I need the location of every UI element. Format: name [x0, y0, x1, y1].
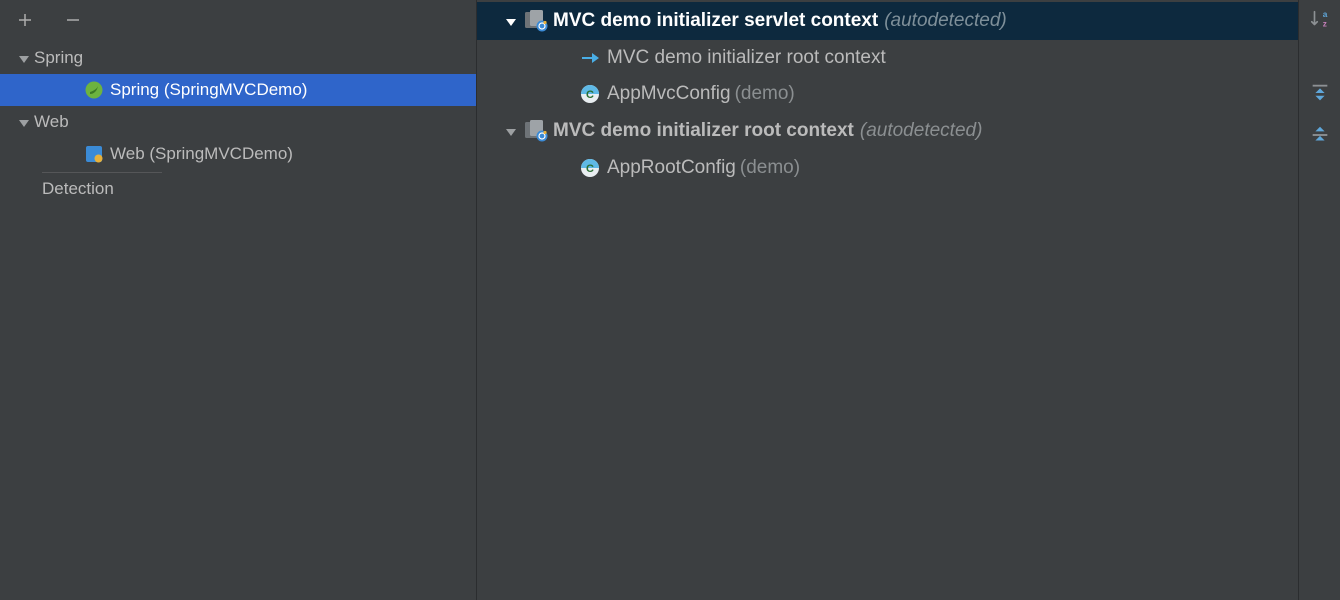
child-label: MVC demo initializer root context — [607, 47, 886, 69]
item-label: Detection — [42, 179, 114, 199]
svg-text:C: C — [586, 89, 594, 101]
group-label: Spring — [34, 48, 83, 68]
context-title: MVC demo initializer root context — [553, 120, 854, 142]
spring-leaf-icon — [82, 78, 106, 102]
tree-group-web[interactable]: Web — [0, 106, 476, 138]
svg-text:C: C — [586, 163, 594, 175]
chevron-down-icon — [14, 48, 34, 68]
chevron-down-icon — [14, 112, 34, 132]
child-note: (demo) — [740, 157, 800, 179]
autodetected-note: (autodetected) — [884, 10, 1007, 32]
item-label: Web (SpringMVCDemo) — [110, 144, 293, 164]
config-class-icon: C — [577, 82, 603, 106]
sort-alpha-button[interactable]: a z — [1305, 4, 1335, 34]
web-facet-icon — [82, 142, 106, 166]
context-tree[interactable]: MVC demo initializer servlet context (au… — [477, 0, 1298, 600]
tree-item-spring-module[interactable]: Spring (SpringMVCDemo) — [0, 74, 476, 106]
context-title: MVC demo initializer servlet context — [553, 10, 878, 32]
config-class-icon: C — [577, 156, 603, 180]
chevron-down-icon — [499, 10, 523, 32]
context-child-config[interactable]: C AppRootConfig (demo) — [477, 150, 1298, 186]
chevron-down-icon — [499, 120, 523, 142]
details-gutter: a z — [1298, 0, 1340, 600]
context-child-config[interactable]: C AppMvcConfig (demo) — [477, 76, 1298, 112]
facets-tree[interactable]: Spring Spring (SpringMVCDemo) Web Web (S… — [0, 40, 476, 600]
child-label: AppMvcConfig — [607, 83, 731, 105]
add-button[interactable] — [10, 5, 40, 35]
child-label: AppRootConfig — [607, 157, 736, 179]
fileset-icon — [523, 9, 549, 33]
facets-sidebar: Spring Spring (SpringMVCDemo) Web Web (S… — [0, 0, 477, 600]
svg-text:z: z — [1322, 19, 1326, 28]
tree-item-detection[interactable]: Detection — [0, 173, 476, 205]
context-node-servlet[interactable]: MVC demo initializer servlet context (au… — [477, 2, 1298, 40]
svg-text:a: a — [1322, 10, 1327, 19]
child-note: (demo) — [735, 83, 795, 105]
autodetected-note: (autodetected) — [860, 120, 983, 142]
collapse-all-button[interactable] — [1305, 120, 1335, 150]
tree-group-spring[interactable]: Spring — [0, 42, 476, 74]
context-node-root[interactable]: MVC demo initializer root context (autod… — [477, 112, 1298, 150]
fileset-icon — [523, 119, 549, 143]
tree-item-web-module[interactable]: Web (SpringMVCDemo) — [0, 138, 476, 170]
remove-button[interactable] — [58, 5, 88, 35]
expand-all-button[interactable] — [1305, 78, 1335, 108]
arrow-right-icon — [577, 46, 603, 70]
sidebar-toolbar — [0, 0, 476, 40]
group-label: Web — [34, 112, 69, 132]
item-label: Spring (SpringMVCDemo) — [110, 80, 307, 100]
context-child-link[interactable]: MVC demo initializer root context — [477, 40, 1298, 76]
details-panel: MVC demo initializer servlet context (au… — [477, 0, 1340, 600]
